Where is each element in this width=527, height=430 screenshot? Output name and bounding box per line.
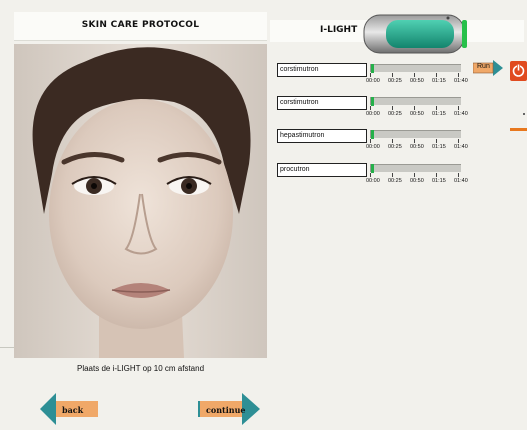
timeline-label: 01:15 xyxy=(432,144,446,150)
timeline-label: 01:40 xyxy=(454,178,468,184)
timeline-ticks xyxy=(370,73,462,77)
timeline-label: 00:50 xyxy=(410,78,424,84)
timeline-label: 00:00 xyxy=(366,111,380,117)
timeline-tick xyxy=(370,139,371,143)
protocol-title: SKIN CARE PROTOCOL xyxy=(14,12,267,41)
timeline-tick xyxy=(370,106,371,110)
timeline-label: 01:40 xyxy=(454,144,468,150)
orange-indicator xyxy=(510,128,527,131)
run-label: Run xyxy=(477,63,490,70)
timeline-label: 00:25 xyxy=(388,178,402,184)
timeline-tick xyxy=(414,173,415,177)
timeline-label: 00:00 xyxy=(366,78,380,84)
timeline-label: 00:00 xyxy=(366,178,380,184)
timeline-ticks xyxy=(370,139,462,143)
timeline-ticks xyxy=(370,106,462,110)
timeline-tick xyxy=(458,139,459,143)
timeline-tick xyxy=(436,106,437,110)
power-icon xyxy=(512,64,525,77)
timeline-tick xyxy=(458,73,459,77)
timeline-tick xyxy=(370,173,371,177)
timeline-label: 01:40 xyxy=(454,111,468,117)
timeline-label: 00:50 xyxy=(410,178,424,184)
timeline-tick xyxy=(392,139,393,143)
instruction-text: Plaats de i-LIGHT op 10 cm afstand xyxy=(76,364,205,373)
timeline-label: 01:15 xyxy=(432,111,446,117)
timeline-label: 00:50 xyxy=(410,111,424,117)
left-divider xyxy=(0,347,14,348)
timeline-tick xyxy=(414,73,415,77)
i-light-device-icon xyxy=(362,12,468,56)
status-dot xyxy=(523,113,525,115)
timeline-tick xyxy=(392,73,393,77)
timeline-label: 00:25 xyxy=(388,78,402,84)
device-title: I-LIGHT xyxy=(320,25,358,35)
timeline-label: 00:50 xyxy=(410,144,424,150)
timeline-ticks xyxy=(370,173,462,177)
progress-indicator xyxy=(371,164,374,173)
timeline-label: 01:15 xyxy=(432,178,446,184)
timeline-label: 00:25 xyxy=(388,111,402,117)
timeline-tick xyxy=(458,106,459,110)
program-name-field[interactable]: procutron xyxy=(277,163,367,177)
progress-track[interactable] xyxy=(370,164,461,173)
timeline-tick xyxy=(436,73,437,77)
timeline-label: 00:00 xyxy=(366,144,380,150)
run-button[interactable]: Run xyxy=(472,60,503,76)
program-name-field[interactable]: corstimutron xyxy=(277,63,367,77)
progress-track[interactable] xyxy=(370,97,461,106)
timeline-tick xyxy=(414,139,415,143)
timeline-label: 01:40 xyxy=(454,78,468,84)
continue-label: continue xyxy=(206,405,246,415)
continue-button[interactable]: continue xyxy=(198,393,260,425)
timeline-tick xyxy=(392,106,393,110)
timeline-tick xyxy=(370,73,371,77)
timeline-tick xyxy=(436,139,437,143)
timeline-tick xyxy=(414,106,415,110)
timeline-label: 01:15 xyxy=(432,78,446,84)
program-name-field[interactable]: corstimutron xyxy=(277,96,367,110)
timeline-tick xyxy=(392,173,393,177)
back-label: back xyxy=(62,405,84,415)
timeline-tick xyxy=(436,173,437,177)
timeline-label: 00:25 xyxy=(388,144,402,150)
back-button[interactable]: back xyxy=(40,393,100,425)
progress-indicator xyxy=(371,130,374,139)
face-photo xyxy=(14,44,267,358)
power-button[interactable] xyxy=(510,61,527,81)
progress-indicator xyxy=(371,97,374,106)
progress-track[interactable] xyxy=(370,130,461,139)
progress-indicator xyxy=(371,64,374,73)
program-name-field[interactable]: hepastimutron xyxy=(277,129,367,143)
progress-track[interactable] xyxy=(370,64,461,73)
timeline-tick xyxy=(458,173,459,177)
